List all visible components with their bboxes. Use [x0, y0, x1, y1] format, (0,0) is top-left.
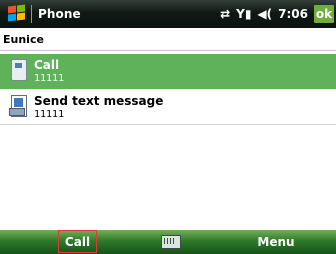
volume-icon[interactable]: ◀(: [257, 7, 272, 21]
sms-action-number: 11111: [34, 109, 65, 120]
title-separator: [31, 5, 32, 23]
phone-icon: [11, 59, 27, 81]
clock[interactable]: 7:06: [278, 7, 308, 21]
ok-button[interactable]: ok: [314, 5, 334, 23]
sms-action-label: Send text message: [34, 94, 164, 108]
call-action-number: 11111: [34, 73, 65, 84]
status-area: ⇄ Y▮ ◀( 7:06 ok: [220, 0, 336, 28]
title-bar: Phone ⇄ Y▮ ◀( 7:06 ok: [0, 0, 336, 28]
app-title: Phone: [38, 7, 81, 21]
divider: [0, 50, 336, 51]
sms-action-item[interactable]: Send text message 11111: [0, 90, 336, 125]
signal-strength-icon[interactable]: Y▮: [236, 7, 251, 21]
keyboard-icon[interactable]: [161, 235, 181, 249]
contact-name: Eunice: [3, 33, 44, 46]
start-menu-icon[interactable]: [0, 0, 28, 28]
menu-softkey[interactable]: Menu: [246, 230, 306, 254]
call-action-label: Call: [34, 58, 60, 72]
call-softkey[interactable]: Call: [58, 230, 97, 253]
sms-icon: [9, 95, 27, 117]
connectivity-icon[interactable]: ⇄: [220, 7, 230, 21]
call-action-item[interactable]: Call 11111: [0, 54, 336, 89]
softkey-bar: Call Menu: [0, 230, 336, 254]
